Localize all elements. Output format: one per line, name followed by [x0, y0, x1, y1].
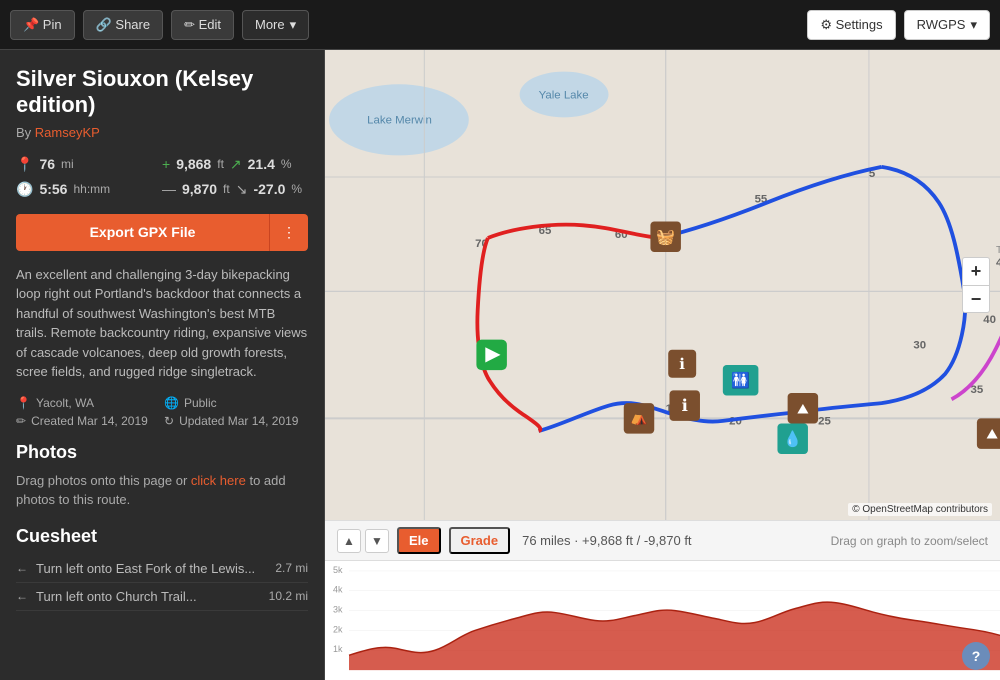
svg-text:3k: 3k — [333, 605, 343, 615]
elevation-loss-stat: — 9,870 ft ↘ -27.0 % — [162, 179, 308, 200]
meta-info: 📍 Yacolt, WA 🌐 Public ✏ Created Mar 14, … — [16, 396, 308, 428]
settings-button[interactable]: ⚙ Settings — [807, 10, 895, 40]
more-button[interactable]: More ▾ — [242, 10, 309, 40]
svg-text:⛰: ⛰ — [797, 400, 809, 416]
elevation-tab[interactable]: Ele — [397, 527, 441, 554]
main-content: Silver Siouxon (Kelsey edition) By Ramse… — [0, 50, 1000, 680]
cue-item: ← Turn left onto Church Trail... 10.2 mi — [16, 583, 308, 611]
location-meta: 📍 Yacolt, WA — [16, 396, 160, 410]
svg-text:2k: 2k — [333, 624, 343, 634]
route-description: An excellent and challenging 3-day bikep… — [16, 265, 308, 382]
globe-icon: 🌐 — [164, 396, 179, 410]
visibility-meta: 🌐 Public — [164, 396, 308, 410]
export-gpx-button[interactable]: Export GPX File — [16, 214, 269, 251]
svg-text:ℹ: ℹ — [682, 397, 689, 415]
distance-stat: 📍 76 mi — [16, 154, 162, 175]
rwgps-dropdown[interactable]: RWGPS ▾ — [904, 10, 990, 40]
photos-section: Photos Drag photos onto this page or cli… — [16, 442, 308, 510]
elevation-header: ▲ ▼ Ele Grade 76 miles · +9,868 ft / -9,… — [325, 521, 1000, 561]
map-attribution: © OpenStreetMap contributors — [848, 503, 992, 516]
time-stat: 🕐 5:56 hh:mm — [16, 179, 162, 200]
photos-title: Photos — [16, 442, 308, 463]
stats-grid: 📍 76 mi + 9,868 ft ↗ 21.4 % 🕐 5:56 hh:mm… — [16, 154, 308, 200]
map-container[interactable]: Lake Merwin Yale Lake Amboy Hockinson Ve… — [325, 50, 1000, 520]
pencil-icon: ✏ — [16, 414, 26, 428]
grade-tab[interactable]: Grade — [449, 527, 511, 554]
cue-dist: 2.7 mi — [275, 561, 308, 575]
svg-text:35: 35 — [971, 384, 984, 396]
chevron-down-icon: ▾ — [290, 17, 297, 33]
down-arrow-icon: ↘ — [236, 181, 248, 198]
click-here-link[interactable]: click here — [191, 473, 246, 488]
elevation-instruction: Drag on graph to zoom/select — [831, 534, 988, 548]
svg-text:🧺: 🧺 — [656, 229, 675, 246]
svg-text:🚻: 🚻 — [731, 371, 750, 389]
svg-text:⛰: ⛰ — [986, 426, 998, 442]
elevation-bar: ▲ ▼ Ele Grade 76 miles · +9,868 ft / -9,… — [325, 520, 1000, 680]
svg-text:4k: 4k — [333, 585, 343, 595]
svg-text:Lake Merwin: Lake Merwin — [367, 115, 432, 127]
cue-item: ← Turn left onto East Fork of the Lewis.… — [16, 555, 308, 583]
left-arrow-icon: ← — [16, 589, 28, 603]
edit-button[interactable]: ✏ Edit — [171, 10, 234, 40]
top-bar: 📌 Pin 🔗 Share ✏ Edit More ▾ ⚙ Settings R… — [0, 0, 1000, 50]
svg-text:⛺: ⛺ — [630, 409, 647, 426]
elevation-info: 76 miles · +9,868 ft / -9,870 ft — [522, 533, 691, 548]
help-button[interactable]: ? — [962, 642, 990, 670]
svg-text:5k: 5k — [333, 565, 343, 575]
clock-icon: 🕐 — [16, 181, 33, 198]
export-more-button[interactable]: ⋮ — [269, 214, 308, 251]
minus-icon: — — [162, 181, 176, 197]
route-author: By RamseyKP — [16, 125, 308, 140]
nav-arrows: ▲ ▼ — [337, 529, 389, 553]
elevation-gain-stat: + 9,868 ft ↗ 21.4 % — [162, 154, 308, 175]
svg-text:Yale Lake: Yale Lake — [539, 89, 589, 101]
sidebar: Silver Siouxon (Kelsey edition) By Ramse… — [0, 50, 325, 680]
share-button[interactable]: 🔗 Share — [83, 10, 164, 40]
up-arrow-icon: ↗ — [230, 156, 242, 173]
cue-dist: 10.2 mi — [269, 589, 308, 603]
gain-icon: + — [162, 156, 170, 172]
distance-icon: 📍 — [16, 156, 33, 173]
svg-text:40: 40 — [983, 314, 996, 326]
cue-text: Turn left onto Church Trail... — [36, 589, 261, 604]
left-arrow-icon: ← — [16, 561, 28, 575]
location-icon: 📍 — [16, 396, 31, 410]
refresh-icon: ↻ — [164, 414, 174, 428]
pin-button[interactable]: 📌 Pin — [10, 10, 75, 40]
cuesheet-section: Cuesheet ← Turn left onto East Fork of t… — [16, 526, 308, 611]
updated-meta: ↻ Updated Mar 14, 2019 — [164, 414, 308, 428]
svg-text:💧: 💧 — [783, 430, 802, 448]
cue-text: Turn left onto East Fork of the Lewis... — [36, 561, 267, 576]
zoom-controls: + − — [962, 257, 990, 313]
right-panel: Lake Merwin Yale Lake Amboy Hockinson Ve… — [325, 50, 1000, 680]
nav-up-button[interactable]: ▲ — [337, 529, 361, 553]
chevron-down-icon: ▾ — [970, 17, 977, 33]
svg-text:30: 30 — [913, 340, 926, 352]
zoom-out-button[interactable]: − — [962, 285, 990, 313]
elevation-chart[interactable]: 5k 4k 3k 2k 1k ? — [325, 561, 1000, 680]
zoom-in-button[interactable]: + — [962, 257, 990, 285]
export-row: Export GPX File ⋮ — [16, 214, 308, 251]
nav-down-button[interactable]: ▼ — [365, 529, 389, 553]
cuesheet-title: Cuesheet — [16, 526, 308, 547]
map-svg: Lake Merwin Yale Lake Amboy Hockinson Ve… — [325, 50, 1000, 520]
svg-text:25: 25 — [818, 416, 831, 428]
created-meta: ✏ Created Mar 14, 2019 — [16, 414, 160, 428]
route-title: Silver Siouxon (Kelsey edition) — [16, 66, 308, 119]
svg-text:45: 45 — [996, 257, 1000, 269]
svg-text:ℹ: ℹ — [679, 356, 685, 373]
photos-desc: Drag photos onto this page or click here… — [16, 471, 308, 510]
svg-text:Trapper Creek Wilderness: Trapper Creek Wilderness — [996, 245, 1000, 256]
author-link[interactable]: RamseyKP — [35, 125, 100, 140]
svg-text:1k: 1k — [333, 644, 343, 654]
